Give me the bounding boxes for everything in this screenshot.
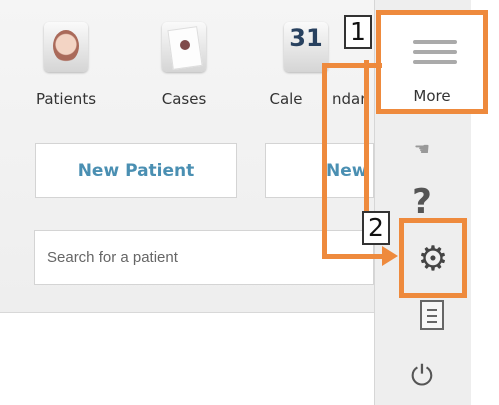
annotation-step-1: 1: [344, 15, 372, 49]
patients-label: Patients: [35, 90, 97, 108]
cases-label: Cases: [161, 90, 207, 108]
patient-face-image: [53, 30, 79, 62]
screenshot-canvas: Patients Cases 31 Cale ndar New Patient N…: [0, 0, 499, 405]
case-avatar-icon: [162, 22, 206, 72]
hamburger-line-icon: [413, 50, 457, 54]
power-icon[interactable]: ⏻: [396, 355, 448, 397]
case-person-image: [180, 40, 190, 50]
gear-icon: ⚙: [417, 239, 449, 279]
settings-button[interactable]: ⚙: [399, 218, 467, 298]
application-panel: Patients Cases 31 Cale ndar New Patient N…: [0, 0, 374, 313]
pointing-hand-icon[interactable]: ☚: [396, 129, 448, 171]
annotation-step-2: 2: [362, 211, 390, 245]
hamburger-menu-icon: [413, 40, 457, 66]
annotation-connector-left: [322, 63, 327, 259]
list-line-icon: [427, 309, 437, 311]
help-icon[interactable]: ?: [396, 181, 448, 223]
patient-avatar-icon: [44, 22, 88, 72]
more-menu-button[interactable]: More: [376, 10, 488, 114]
list-line-icon: [427, 315, 437, 317]
calendar-date-number: 31: [289, 24, 323, 52]
cases-nav-item[interactable]: Cases: [138, 8, 230, 118]
list-line-icon: [427, 321, 437, 323]
annotation-connector-middle: [322, 254, 387, 259]
calendar-label: Cale ndar: [260, 90, 366, 108]
calendar-label-remaining-part: ndar: [332, 90, 367, 108]
new-patient-button[interactable]: New Patient: [35, 143, 237, 198]
hamburger-line-icon: [413, 40, 457, 44]
annotation-arrow-head: [382, 246, 398, 266]
more-label: More: [413, 87, 451, 105]
annotation-connector-top: [322, 63, 382, 68]
hamburger-line-icon: [413, 60, 457, 64]
document-list-icon[interactable]: [420, 300, 444, 330]
new-case-button[interactable]: New C: [265, 143, 374, 198]
patients-nav-item[interactable]: Patients: [20, 8, 112, 118]
calendar-label-visible-part: Cale: [269, 90, 303, 108]
annotation-connector-inner: [364, 60, 369, 233]
